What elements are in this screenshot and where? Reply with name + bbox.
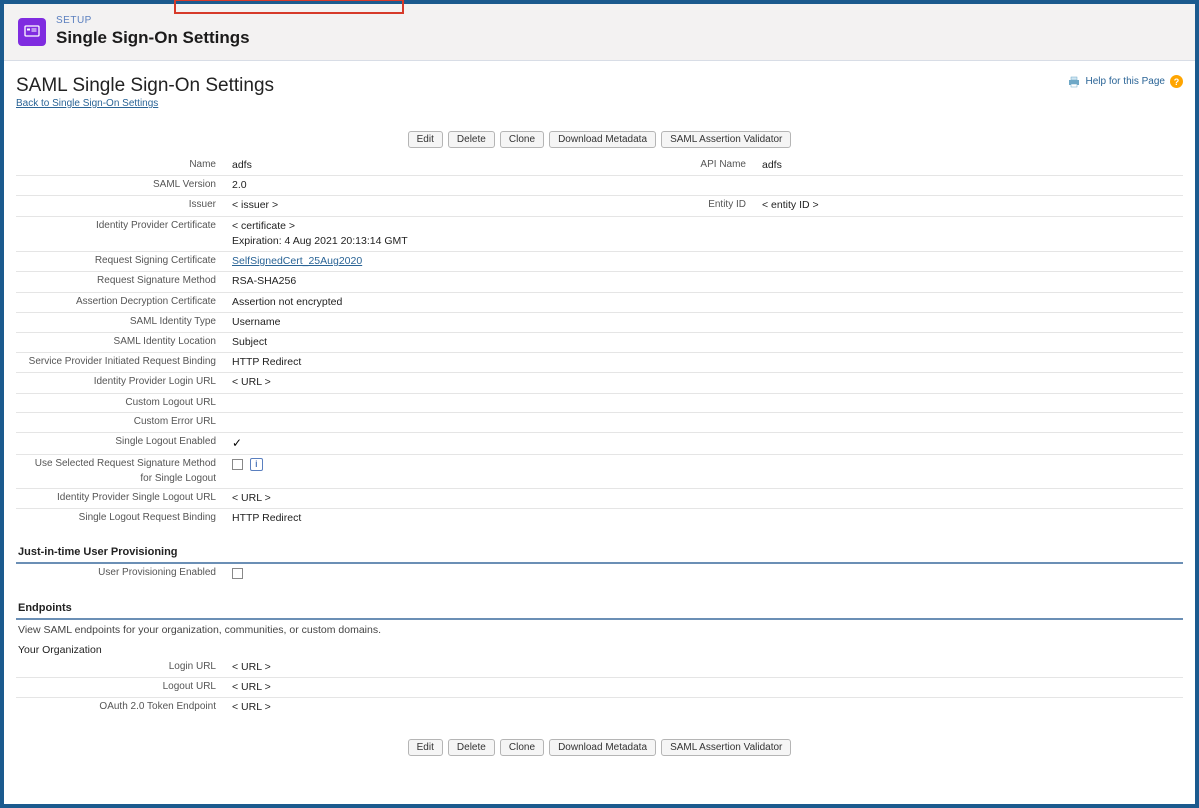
label-slo-binding: Single Logout Request Binding xyxy=(16,509,226,529)
value-logout-url: < URL > xyxy=(226,677,596,697)
clone-button[interactable]: Clone xyxy=(500,131,544,148)
action-button-row-top: Edit Delete Clone Download Metadata SAML… xyxy=(16,131,1183,148)
value-oauth-endpoint: < URL > xyxy=(226,698,596,718)
setup-header: SETUP Single Sign-On Settings xyxy=(4,4,1195,61)
label-custom-logout: Custom Logout URL xyxy=(16,393,226,413)
value-assert-decrypt: Assertion not encrypted xyxy=(226,292,596,312)
label-idp-slo-url: Identity Provider Single Logout URL xyxy=(16,489,226,509)
idp-cert-line2: Expiration: 4 Aug 2021 20:13:14 GMT xyxy=(232,235,408,247)
label-logout-url: Logout URL xyxy=(16,677,226,697)
label-issuer: Issuer xyxy=(16,196,226,216)
delete-button[interactable]: Delete xyxy=(448,131,495,148)
help-icon[interactable]: ? xyxy=(1170,75,1183,88)
label-idp-login-url: Identity Provider Login URL xyxy=(16,373,226,393)
value-idp-cert: < certificate > Expiration: 4 Aug 2021 2… xyxy=(226,216,596,251)
edit-button[interactable]: Edit xyxy=(408,131,443,148)
value-idp-slo-url: < URL > xyxy=(226,489,596,509)
label-upe: User Provisioning Enabled xyxy=(16,564,226,583)
value-name: adfs xyxy=(226,156,596,176)
label-saml-version: SAML Version xyxy=(16,176,226,196)
saml-validator-button-bottom[interactable]: SAML Assertion Validator xyxy=(661,739,791,756)
download-metadata-button-bottom[interactable]: Download Metadata xyxy=(549,739,656,756)
label-req-sign-cert: Request Signing Certificate xyxy=(16,252,226,272)
label-assert-decrypt: Assertion Decryption Certificate xyxy=(16,292,226,312)
idp-cert-line1: < certificate > xyxy=(232,220,295,232)
label-saml-id-loc: SAML Identity Location xyxy=(16,332,226,352)
label-slo-enabled: Single Logout Enabled xyxy=(16,432,226,454)
value-idp-login-url: < URL > xyxy=(226,373,596,393)
req-sign-cert-link[interactable]: SelfSignedCert_25Aug2020 xyxy=(232,255,362,267)
label-req-sig-method: Request Signature Method xyxy=(16,272,226,292)
jit-table: User Provisioning Enabled xyxy=(16,564,1183,583)
printer-icon[interactable] xyxy=(1067,76,1081,88)
label-use-sel-req: Use Selected Request Signature Method fo… xyxy=(16,455,226,489)
value-saml-id-loc: Subject xyxy=(226,332,596,352)
back-link[interactable]: Back to Single Sign-On Settings xyxy=(16,98,158,109)
label-name: Name xyxy=(16,156,226,176)
page-title: SAML Single Sign-On Settings xyxy=(16,75,274,97)
edit-button-bottom[interactable]: Edit xyxy=(408,739,443,756)
value-slo-binding: HTTP Redirect xyxy=(226,509,596,529)
saml-detail-table: Name adfs API Name adfs SAML Version 2.0… xyxy=(16,156,1183,528)
label-api-name: API Name xyxy=(596,156,756,176)
endpoints-heading: Endpoints xyxy=(16,598,1183,620)
label-oauth-endpoint: OAuth 2.0 Token Endpoint xyxy=(16,698,226,718)
value-saml-version: 2.0 xyxy=(226,176,596,196)
label-sp-binding: Service Provider Initiated Request Bindi… xyxy=(16,353,226,373)
use-sel-req-checkbox-icon xyxy=(232,459,243,470)
delete-button-bottom[interactable]: Delete xyxy=(448,739,495,756)
action-button-row-bottom: Edit Delete Clone Download Metadata SAML… xyxy=(16,739,1183,756)
jit-heading: Just-in-time User Provisioning xyxy=(16,542,1183,564)
saml-validator-button[interactable]: SAML Assertion Validator xyxy=(661,131,791,148)
header-title: Single Sign-On Settings xyxy=(56,28,250,48)
label-entity-id: Entity ID xyxy=(596,196,756,216)
value-custom-logout xyxy=(226,393,596,413)
value-entity-id: < entity ID > xyxy=(756,196,1183,216)
sso-setup-icon xyxy=(18,18,46,46)
slo-enabled-check-icon: ✓ xyxy=(232,436,242,450)
upe-checkbox-icon xyxy=(232,568,243,579)
value-req-sig-method: RSA-SHA256 xyxy=(226,272,596,292)
endpoints-table: Login URL < URL > Logout URL < URL > OAu… xyxy=(16,658,1183,718)
info-icon[interactable]: i xyxy=(250,458,263,471)
help-link[interactable]: Help for this Page xyxy=(1086,76,1166,87)
label-idp-cert: Identity Provider Certificate xyxy=(16,216,226,251)
your-org-subhead: Your Organization xyxy=(16,638,1183,658)
endpoints-description: View SAML endpoints for your organizatio… xyxy=(16,620,1183,638)
label-custom-error: Custom Error URL xyxy=(16,413,226,433)
value-issuer: < issuer > xyxy=(226,196,596,216)
value-saml-id-type: Username xyxy=(226,312,596,332)
label-saml-id-type: SAML Identity Type xyxy=(16,312,226,332)
download-metadata-button[interactable]: Download Metadata xyxy=(549,131,656,148)
value-custom-error xyxy=(226,413,596,433)
value-api-name: adfs xyxy=(756,156,1183,176)
header-eyebrow: SETUP xyxy=(56,16,250,26)
clone-button-bottom[interactable]: Clone xyxy=(500,739,544,756)
value-sp-binding: HTTP Redirect xyxy=(226,353,596,373)
